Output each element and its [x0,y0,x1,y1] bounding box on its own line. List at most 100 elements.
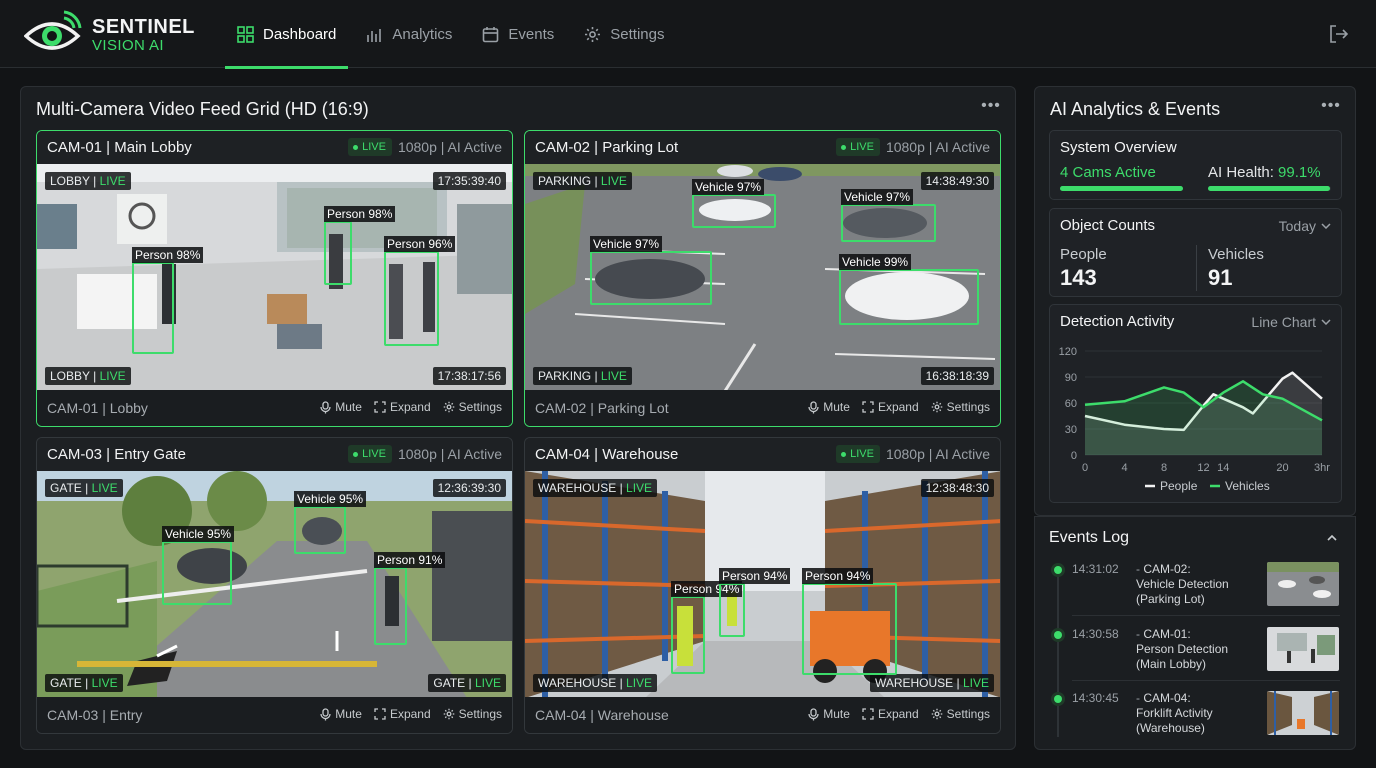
detection-box[interactable]: Vehicle 97% [692,179,776,228]
event-dot [1054,695,1062,703]
camera-location-tag: PARKING | LIVE [533,367,632,385]
camera-tile-cam03[interactable]: CAM-03 | Entry Gate LIVE 1080p | AI Acti… [36,437,513,734]
camera-tile-cam04[interactable]: CAM-04 | Warehouse LIVE 1080p | AI Activ… [524,437,1001,734]
chart-x-tick-label: 20 [1276,462,1288,474]
period-dropdown[interactable]: Today [1279,218,1331,234]
nav-settings[interactable]: Settings [572,0,676,68]
detection-box[interactable]: Person 94% [671,581,743,674]
camera-tile-cam01[interactable]: CAM-01 | Main Lobby LIVE 1080p | AI Acti… [36,130,513,427]
camera-location-tag: LOBBY | LIVE [45,172,131,190]
nav-events[interactable]: Events [470,0,566,68]
nav-analytics[interactable]: Analytics [354,0,464,68]
cams-active-bar [1060,186,1183,191]
live-badge: LIVE [348,445,392,463]
detection-box[interactable]: Person 94% [802,568,897,675]
camera-timestamp: 17:38:17:56 [432,367,506,385]
app-logo[interactable]: SENTINEL VISION AI [24,10,204,58]
detection-box[interactable]: Vehicle 99% [839,254,979,325]
event-thumbnail[interactable] [1267,562,1339,606]
event-item[interactable]: 14:31:02 - CAM-02: Vehicle Detection (Park… [1045,562,1345,622]
legend-label: Vehicles [1225,479,1270,493]
camera-timestamp: 12:36:39:30 [432,479,506,497]
chart-x-tick-label: 4 [1121,462,1127,474]
chart-y-tick-label: 0 [1071,450,1077,462]
analytics-more-menu-icon[interactable]: ••• [1319,97,1343,117]
mute-button[interactable]: Mute [320,707,362,721]
event-item[interactable]: 14:30:58 - CAM-01: Person Detection (Main … [1045,627,1345,687]
microphone-icon [320,707,331,720]
detection-box[interactable]: Vehicle 95% [294,491,367,554]
detection-box[interactable]: Person 94% [719,568,791,637]
camera-video-feed[interactable]: LOBBY | LIVE 17:35:39:40 LOBBY | LIVE 17… [37,164,512,391]
camera-title: CAM-01 | Main Lobby [47,139,192,156]
chart-type-dropdown[interactable]: Line Chart [1251,314,1331,330]
event-thumbnail[interactable] [1267,691,1339,735]
feed-panel-title: Multi-Camera Video Feed Grid (HD (16:9) [36,99,369,119]
video-feed-panel: Multi-Camera Video Feed Grid (HD (16:9) … [20,86,1016,750]
detection-box[interactable]: Person 98% [132,247,204,354]
camera-location-tag: WAREHOUSE | LIVE [533,479,658,497]
camera-video-feed[interactable]: WAREHOUSE | LIVE 12:38:48:30 WAREHOUSE |… [525,471,1000,698]
expand-icon [374,708,386,720]
camera-settings-button[interactable]: Settings [931,400,990,414]
camera-header: CAM-04 | Warehouse LIVE 1080p | AI Activ… [525,438,1000,471]
analytics-panel: AI Analytics & Events ••• System Overvie… [1034,86,1356,516]
events-log-title: Events Log [1049,529,1130,546]
camera-footer-label: CAM-02 | Parking Lot [535,400,669,416]
camera-quality: 1080p | AI Active [885,139,990,155]
camera-header: CAM-01 | Main Lobby LIVE 1080p | AI Acti… [37,131,512,164]
ai-health-text: AI Health: 99.1% [1208,164,1321,181]
detection-box[interactable]: Person 96% [384,236,456,346]
camera-timestamp: 12:38:48:30 [920,479,994,497]
camera-settings-button[interactable]: Settings [443,400,502,414]
camera-settings-button[interactable]: Settings [443,707,502,721]
chevron-up-icon[interactable] [1325,531,1339,545]
gear-icon [585,26,601,42]
gear-icon [931,708,942,720]
camera-location-tag: LOBBY | LIVE [45,367,131,385]
detection-box[interactable]: Vehicle 97% [590,236,712,305]
expand-button[interactable]: Expand [862,400,919,414]
nav-dashboard[interactable]: Dashboard [225,0,349,69]
camera-video-feed[interactable]: PARKING | LIVE 14:38:49:30 PARKING | LIV… [525,164,1000,391]
detection-activity-chart[interactable]: 0 30 60 90 120 0 4 8 12 14 20 3hr People Vehicles [1050,337,1341,501]
people-count-value: 143 [1060,265,1097,290]
expand-button[interactable]: Expand [374,400,431,414]
expand-icon [374,401,386,413]
camera-footer-label: CAM-01 | Lobby [47,400,148,416]
people-count-label: People [1060,246,1107,263]
camera-settings-button[interactable]: Settings [931,707,990,721]
camera-tile-cam02[interactable]: CAM-02 | Parking Lot LIVE 1080p | AI Act… [524,130,1001,427]
feed-more-menu-icon[interactable]: ••• [979,97,1003,117]
gear-icon [443,401,454,413]
divider [1072,680,1340,681]
detection-box[interactable]: Person 91% [374,552,446,645]
detection-box[interactable]: Vehicle 97% [841,189,936,242]
expand-button[interactable]: Expand [862,707,919,721]
camera-timestamp: 16:38:18:39 [920,367,994,385]
mute-button[interactable]: Mute [808,400,850,414]
microphone-icon [320,400,331,413]
expand-icon [862,401,874,413]
camera-header: CAM-03 | Entry Gate LIVE 1080p | AI Acti… [37,438,512,471]
event-item[interactable]: 14:30:45 - CAM-04: Forklift Activity (Ware… [1045,691,1345,751]
expand-button[interactable]: Expand [374,707,431,721]
camera-footer: CAM-01 | Lobby Mute Expand Settings [37,390,512,426]
chart-x-tick-label: 14 [1217,462,1229,474]
microphone-icon [808,707,819,720]
detection-box[interactable]: Person 98% [324,206,396,285]
legend-label: People [1160,479,1198,493]
camera-location-tag: GATE | LIVE [45,479,123,497]
detection-activity-card: Detection Activity Line Chart 0 30 60 90 120… [1049,304,1342,503]
camera-video-feed[interactable]: GATE | LIVE 12:36:39:30 GATE | LIVE GATE… [37,471,512,698]
event-thumbnail[interactable] [1267,627,1339,671]
mute-button[interactable]: Mute [320,400,362,414]
detection-box[interactable]: Vehicle 95% [162,526,235,605]
camera-timestamp: 14:38:49:30 [920,172,994,190]
gear-icon [931,401,942,413]
camera-footer-label: CAM-03 | Entry [47,707,143,723]
camera-quality: 1080p | AI Active [397,139,502,155]
event-dot [1054,631,1062,639]
logout-icon[interactable] [1327,23,1349,45]
mute-button[interactable]: Mute [808,707,850,721]
